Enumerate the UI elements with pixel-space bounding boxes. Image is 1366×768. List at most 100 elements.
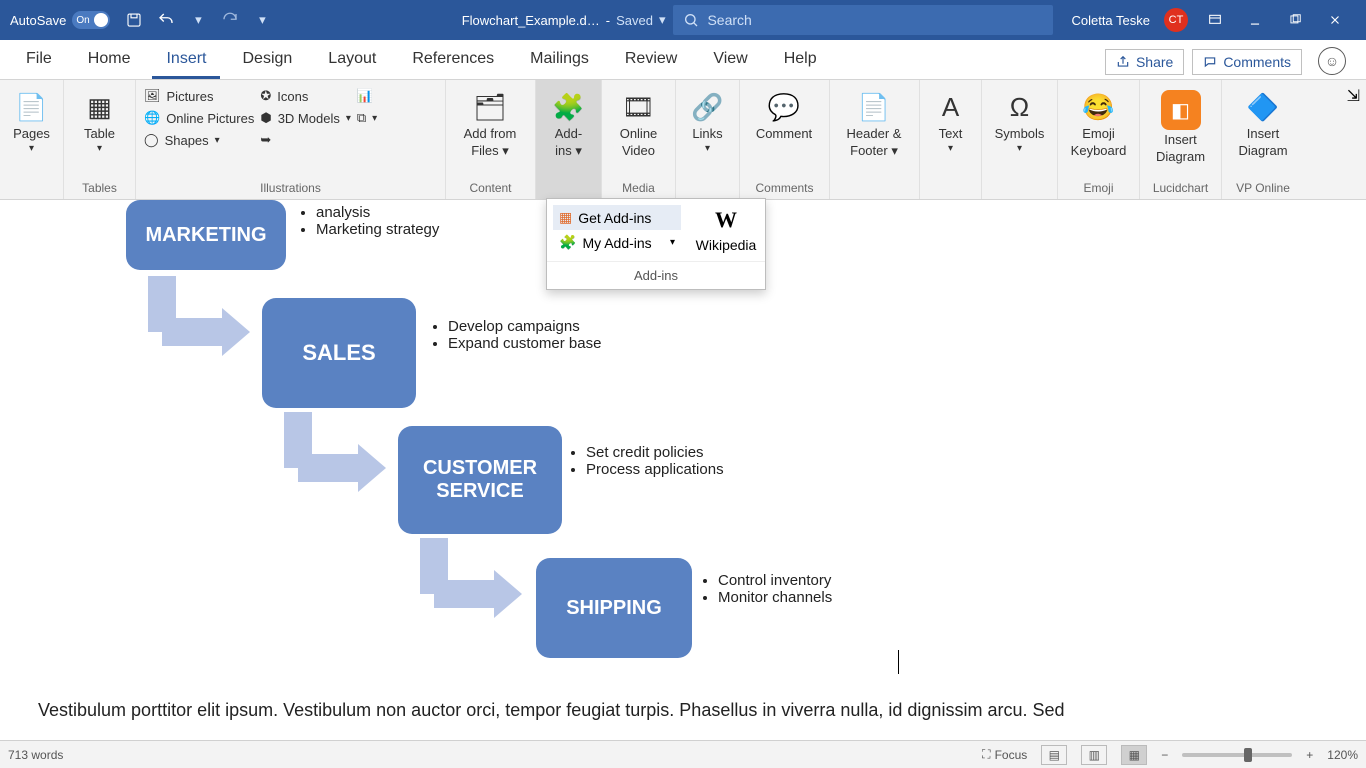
focus-mode-button[interactable]: ⛶Focus	[982, 747, 1027, 762]
tables-group-label: Tables	[72, 177, 127, 199]
lucidchart-button[interactable]: ◧InsertDiagram	[1148, 84, 1213, 164]
autosave-state: On	[76, 15, 89, 26]
zoom-in-button[interactable]: +	[1306, 748, 1313, 762]
tab-file[interactable]: File	[12, 42, 66, 79]
tab-help[interactable]: Help	[770, 42, 831, 79]
cube-icon: ⬢	[260, 110, 271, 126]
body-paragraph[interactable]: Vestibulum porttitor elit ipsum. Vestibu…	[38, 698, 1316, 723]
tab-layout[interactable]: Layout	[314, 42, 390, 79]
marketing-bullets: analysis Marketing strategy	[300, 204, 439, 238]
maximize-button[interactable]	[1282, 7, 1308, 33]
screenshot-button[interactable]: ⧉ ▾	[357, 110, 377, 126]
shapes-button[interactable]: ◯Shapes ▾	[144, 132, 254, 148]
emoji-keyboard-button[interactable]: 😂EmojiKeyboard	[1066, 84, 1131, 158]
undo-icon[interactable]	[156, 10, 176, 30]
icons-button[interactable]: ✪Icons	[260, 88, 351, 104]
comment-button[interactable]: 💬Comment	[748, 84, 820, 141]
tab-insert[interactable]: Insert	[152, 42, 220, 79]
close-button[interactable]	[1322, 7, 1348, 33]
collapse-ribbon-icon[interactable]: ⇲	[1341, 80, 1366, 199]
flow-box-sales[interactable]: SALES	[262, 298, 416, 408]
comments-button[interactable]: Comments	[1192, 49, 1302, 75]
redo-icon[interactable]	[220, 10, 240, 30]
symbols-button[interactable]: ΩSymbols▾	[990, 84, 1049, 154]
smartart-button[interactable]: ➥	[260, 132, 351, 148]
pages-icon: 📄	[15, 90, 49, 124]
video-icon: 🎞	[622, 90, 656, 124]
lucidchart-icon: ◧	[1161, 90, 1201, 130]
zoom-level[interactable]: 120%	[1327, 748, 1358, 762]
pages-button[interactable]: 📄Pages▾	[8, 84, 55, 154]
minimize-button[interactable]	[1242, 7, 1268, 33]
titlebar: AutoSave On ▾ ▾ Flowchart_Example.d… - S…	[0, 0, 1366, 40]
tab-mailings[interactable]: Mailings	[516, 42, 603, 79]
online-pictures-icon: 🌐	[144, 110, 160, 126]
text-button[interactable]: AText▾	[928, 84, 973, 154]
qat-more-icon[interactable]: ▾	[252, 10, 272, 30]
wikipedia-addin[interactable]: W Wikipedia	[687, 199, 765, 261]
tab-home[interactable]: Home	[74, 42, 145, 79]
3d-models-button[interactable]: ⬢3D Models ▾	[260, 110, 351, 126]
content-group-label: Content	[454, 177, 527, 199]
flow-box-marketing[interactable]: MARKETING	[126, 200, 286, 270]
flow-box-customer-service[interactable]: CUSTOMER SERVICE	[398, 426, 562, 534]
header-footer-button[interactable]: 📄Header &Footer ▾	[838, 84, 910, 159]
web-layout-button[interactable]: ▦	[1121, 745, 1147, 765]
addins-icon: 🧩	[552, 90, 586, 124]
smartart-icon: ➥	[260, 132, 271, 148]
ribbon-display-icon[interactable]	[1202, 7, 1228, 33]
store-icon: ▦	[559, 209, 572, 226]
customer-service-bullets: Set credit policies Process applications	[570, 444, 724, 478]
omega-icon: Ω	[1003, 90, 1037, 124]
online-video-button[interactable]: 🎞OnlineVideo	[610, 84, 667, 158]
ribbon-tabs: File Home Insert Design Layout Reference…	[0, 40, 1366, 80]
emoji-group-label: Emoji	[1066, 177, 1131, 199]
my-addins-item[interactable]: 🧩My Add-ins▾	[553, 230, 681, 255]
text-cursor	[898, 650, 899, 674]
search-input[interactable]	[707, 12, 1043, 28]
tab-review[interactable]: Review	[611, 42, 691, 79]
links-button[interactable]: 🔗Links▾	[684, 84, 731, 154]
share-button[interactable]: Share	[1105, 49, 1184, 75]
search-icon	[683, 12, 699, 28]
add-from-files-button[interactable]: 🗂Add fromFiles ▾	[454, 84, 526, 159]
avatar[interactable]: CT	[1164, 8, 1188, 32]
user-area: Coletta Teske CT	[1053, 7, 1366, 33]
status-bar: 713 words ⛶Focus ▤ ▥ ▦ − + 120%	[0, 740, 1366, 768]
zoom-slider[interactable]	[1182, 753, 1292, 757]
lucidchart-group-label: Lucidchart	[1148, 177, 1213, 199]
link-icon: 🔗	[691, 90, 725, 124]
toggle-switch[interactable]: On	[72, 11, 110, 29]
tab-references[interactable]: References	[398, 42, 508, 79]
table-button[interactable]: ▦Table▾	[72, 84, 127, 154]
get-addins-item[interactable]: ▦Get Add-ins	[553, 205, 681, 230]
feedback-icon[interactable]: ☺	[1318, 47, 1346, 75]
title-dropdown-icon[interactable]: ▾	[659, 12, 666, 28]
tab-view[interactable]: View	[699, 42, 761, 79]
vp-online-button[interactable]: 🔷InsertDiagram	[1230, 84, 1296, 158]
sales-bullets: Develop campaigns Expand customer base	[432, 318, 601, 352]
wikipedia-icon: W	[715, 207, 737, 233]
focus-icon: ⛶	[982, 747, 990, 762]
undo-split-icon[interactable]: ▾	[188, 10, 208, 30]
vp-group-label: VP Online	[1230, 177, 1296, 199]
share-icon	[1116, 55, 1130, 69]
search-box[interactable]	[673, 5, 1053, 35]
shapes-icon: ◯	[144, 132, 159, 148]
read-mode-button[interactable]: ▤	[1041, 745, 1067, 765]
ribbon: 📄Pages▾ ▦Table▾ Tables 🖼Pictures 🌐Online…	[0, 80, 1366, 200]
pictures-button[interactable]: 🖼Pictures	[144, 88, 254, 104]
chart-icon: 📊	[357, 88, 373, 104]
zoom-out-button[interactable]: −	[1161, 748, 1168, 762]
save-icon[interactable]	[124, 10, 144, 30]
flow-box-shipping[interactable]: SHIPPING	[536, 558, 692, 658]
print-layout-button[interactable]: ▥	[1081, 745, 1107, 765]
tab-design[interactable]: Design	[228, 42, 306, 79]
online-pictures-button[interactable]: 🌐Online Pictures	[144, 110, 254, 126]
addins-popup: ▦Get Add-ins 🧩My Add-ins▾ W Wikipedia Ad…	[546, 198, 766, 290]
chart-button[interactable]: 📊	[357, 88, 377, 104]
user-name[interactable]: Coletta Teske	[1071, 13, 1150, 28]
addins-button[interactable]: 🧩Add-ins ▾	[544, 84, 593, 159]
word-count[interactable]: 713 words	[8, 748, 63, 762]
autosave-toggle[interactable]: AutoSave On	[10, 11, 110, 29]
